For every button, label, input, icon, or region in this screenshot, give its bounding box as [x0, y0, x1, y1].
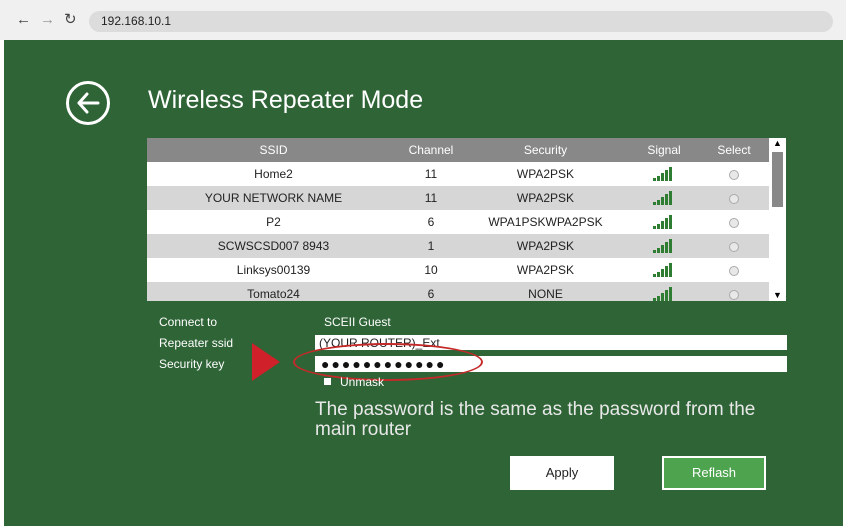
scroll-up-icon[interactable]: ▲ — [773, 138, 782, 148]
cell-ssid: Home2 — [147, 162, 400, 186]
cell-channel: 11 — [400, 162, 462, 186]
cell-ssid: Linksys00139 — [147, 258, 400, 282]
highlight-ellipse — [293, 343, 483, 381]
url-text: 192.168.10.1 — [101, 14, 172, 28]
cell-ssid: Tomato24 — [147, 282, 400, 301]
cell-select — [699, 234, 769, 258]
scroll-down-icon[interactable]: ▼ — [773, 290, 782, 300]
address-bar[interactable]: 192.168.10.1 — [89, 11, 833, 32]
table-row[interactable]: P2 6 WPA1PSKWPA2PSK — [147, 210, 769, 234]
signal-strength-icon — [653, 263, 672, 278]
cell-signal — [629, 186, 699, 210]
repeater-ssid-label: Repeater ssid — [159, 336, 234, 350]
cell-signal — [629, 282, 699, 301]
cell-channel: 1 — [400, 234, 462, 258]
cell-security: WPA2PSK — [462, 162, 629, 186]
password-note: The password is the same as the password… — [315, 399, 756, 440]
signal-strength-icon — [653, 191, 672, 206]
connect-to-label: Connect to — [159, 315, 218, 329]
cell-select — [699, 282, 769, 301]
select-radio[interactable] — [729, 265, 739, 276]
cell-security: WPA2PSK — [462, 186, 629, 210]
network-table: SSID Channel Security Signal Select Home… — [147, 138, 769, 301]
header-ssid: SSID — [147, 138, 400, 162]
header-signal: Signal — [629, 138, 699, 162]
cell-channel: 6 — [400, 282, 462, 301]
select-radio[interactable] — [729, 217, 739, 228]
router-page: Wireless Repeater Mode SSID Channel Secu… — [4, 40, 843, 526]
cell-channel: 6 — [400, 210, 462, 234]
table-row[interactable]: Linksys00139 10 WPA2PSK — [147, 258, 769, 282]
cell-signal — [629, 234, 699, 258]
header-select: Select — [699, 138, 769, 162]
unmask-checkbox[interactable] — [324, 378, 331, 385]
browser-toolbar: ← → ↻ 192.168.10.1 — [0, 0, 846, 40]
cell-security: WPA1PSKWPA2PSK — [462, 210, 629, 234]
cell-security: WPA2PSK — [462, 258, 629, 282]
reflash-button[interactable]: Reflash — [662, 456, 766, 490]
table-row[interactable]: YOUR NETWORK NAME 11 WPA2PSK — [147, 186, 769, 210]
table-scrollbar[interactable]: ▲ ▼ — [769, 138, 786, 301]
table-header-row: SSID Channel Security Signal Select — [147, 138, 769, 162]
select-radio[interactable] — [729, 289, 739, 300]
arrow-left-glyph — [77, 92, 100, 114]
forward-arrow-icon[interactable]: → — [40, 12, 55, 28]
cell-ssid: YOUR NETWORK NAME — [147, 186, 400, 210]
table-row[interactable]: SCWSCSD007 8943 1 WPA2PSK — [147, 234, 769, 258]
pointer-arrow-icon — [252, 343, 280, 381]
apply-button[interactable]: Apply — [510, 456, 614, 490]
signal-strength-icon — [653, 287, 672, 301]
cell-select — [699, 186, 769, 210]
select-radio[interactable] — [729, 241, 739, 252]
cell-security: NONE — [462, 282, 629, 301]
select-radio[interactable] — [729, 193, 739, 204]
header-security: Security — [462, 138, 629, 162]
signal-strength-icon — [653, 239, 672, 254]
page-title: Wireless Repeater Mode — [148, 86, 424, 114]
signal-strength-icon — [653, 167, 672, 182]
header-channel: Channel — [400, 138, 462, 162]
cell-select — [699, 162, 769, 186]
reload-icon[interactable]: ↻ — [64, 12, 77, 28]
cell-channel: 10 — [400, 258, 462, 282]
unmask-label: Unmask — [340, 375, 385, 389]
circle-arrow-left-icon[interactable] — [66, 81, 110, 125]
cell-select — [699, 258, 769, 282]
cell-channel: 11 — [400, 186, 462, 210]
cell-select — [699, 210, 769, 234]
connect-to-value: SCEII Guest — [324, 315, 391, 329]
cell-ssid: SCWSCSD007 8943 — [147, 234, 400, 258]
select-radio[interactable] — [729, 169, 739, 180]
signal-strength-icon — [653, 215, 672, 230]
cell-ssid: P2 — [147, 210, 400, 234]
table-row[interactable]: Home2 11 WPA2PSK — [147, 162, 769, 186]
scroll-thumb[interactable] — [772, 152, 783, 207]
cell-security: WPA2PSK — [462, 234, 629, 258]
table-row[interactable]: Tomato24 6 NONE — [147, 282, 769, 301]
back-arrow-icon[interactable]: ← — [16, 12, 31, 28]
cell-signal — [629, 210, 699, 234]
cell-signal — [629, 258, 699, 282]
security-key-label: Security key — [159, 357, 225, 371]
cell-signal — [629, 162, 699, 186]
